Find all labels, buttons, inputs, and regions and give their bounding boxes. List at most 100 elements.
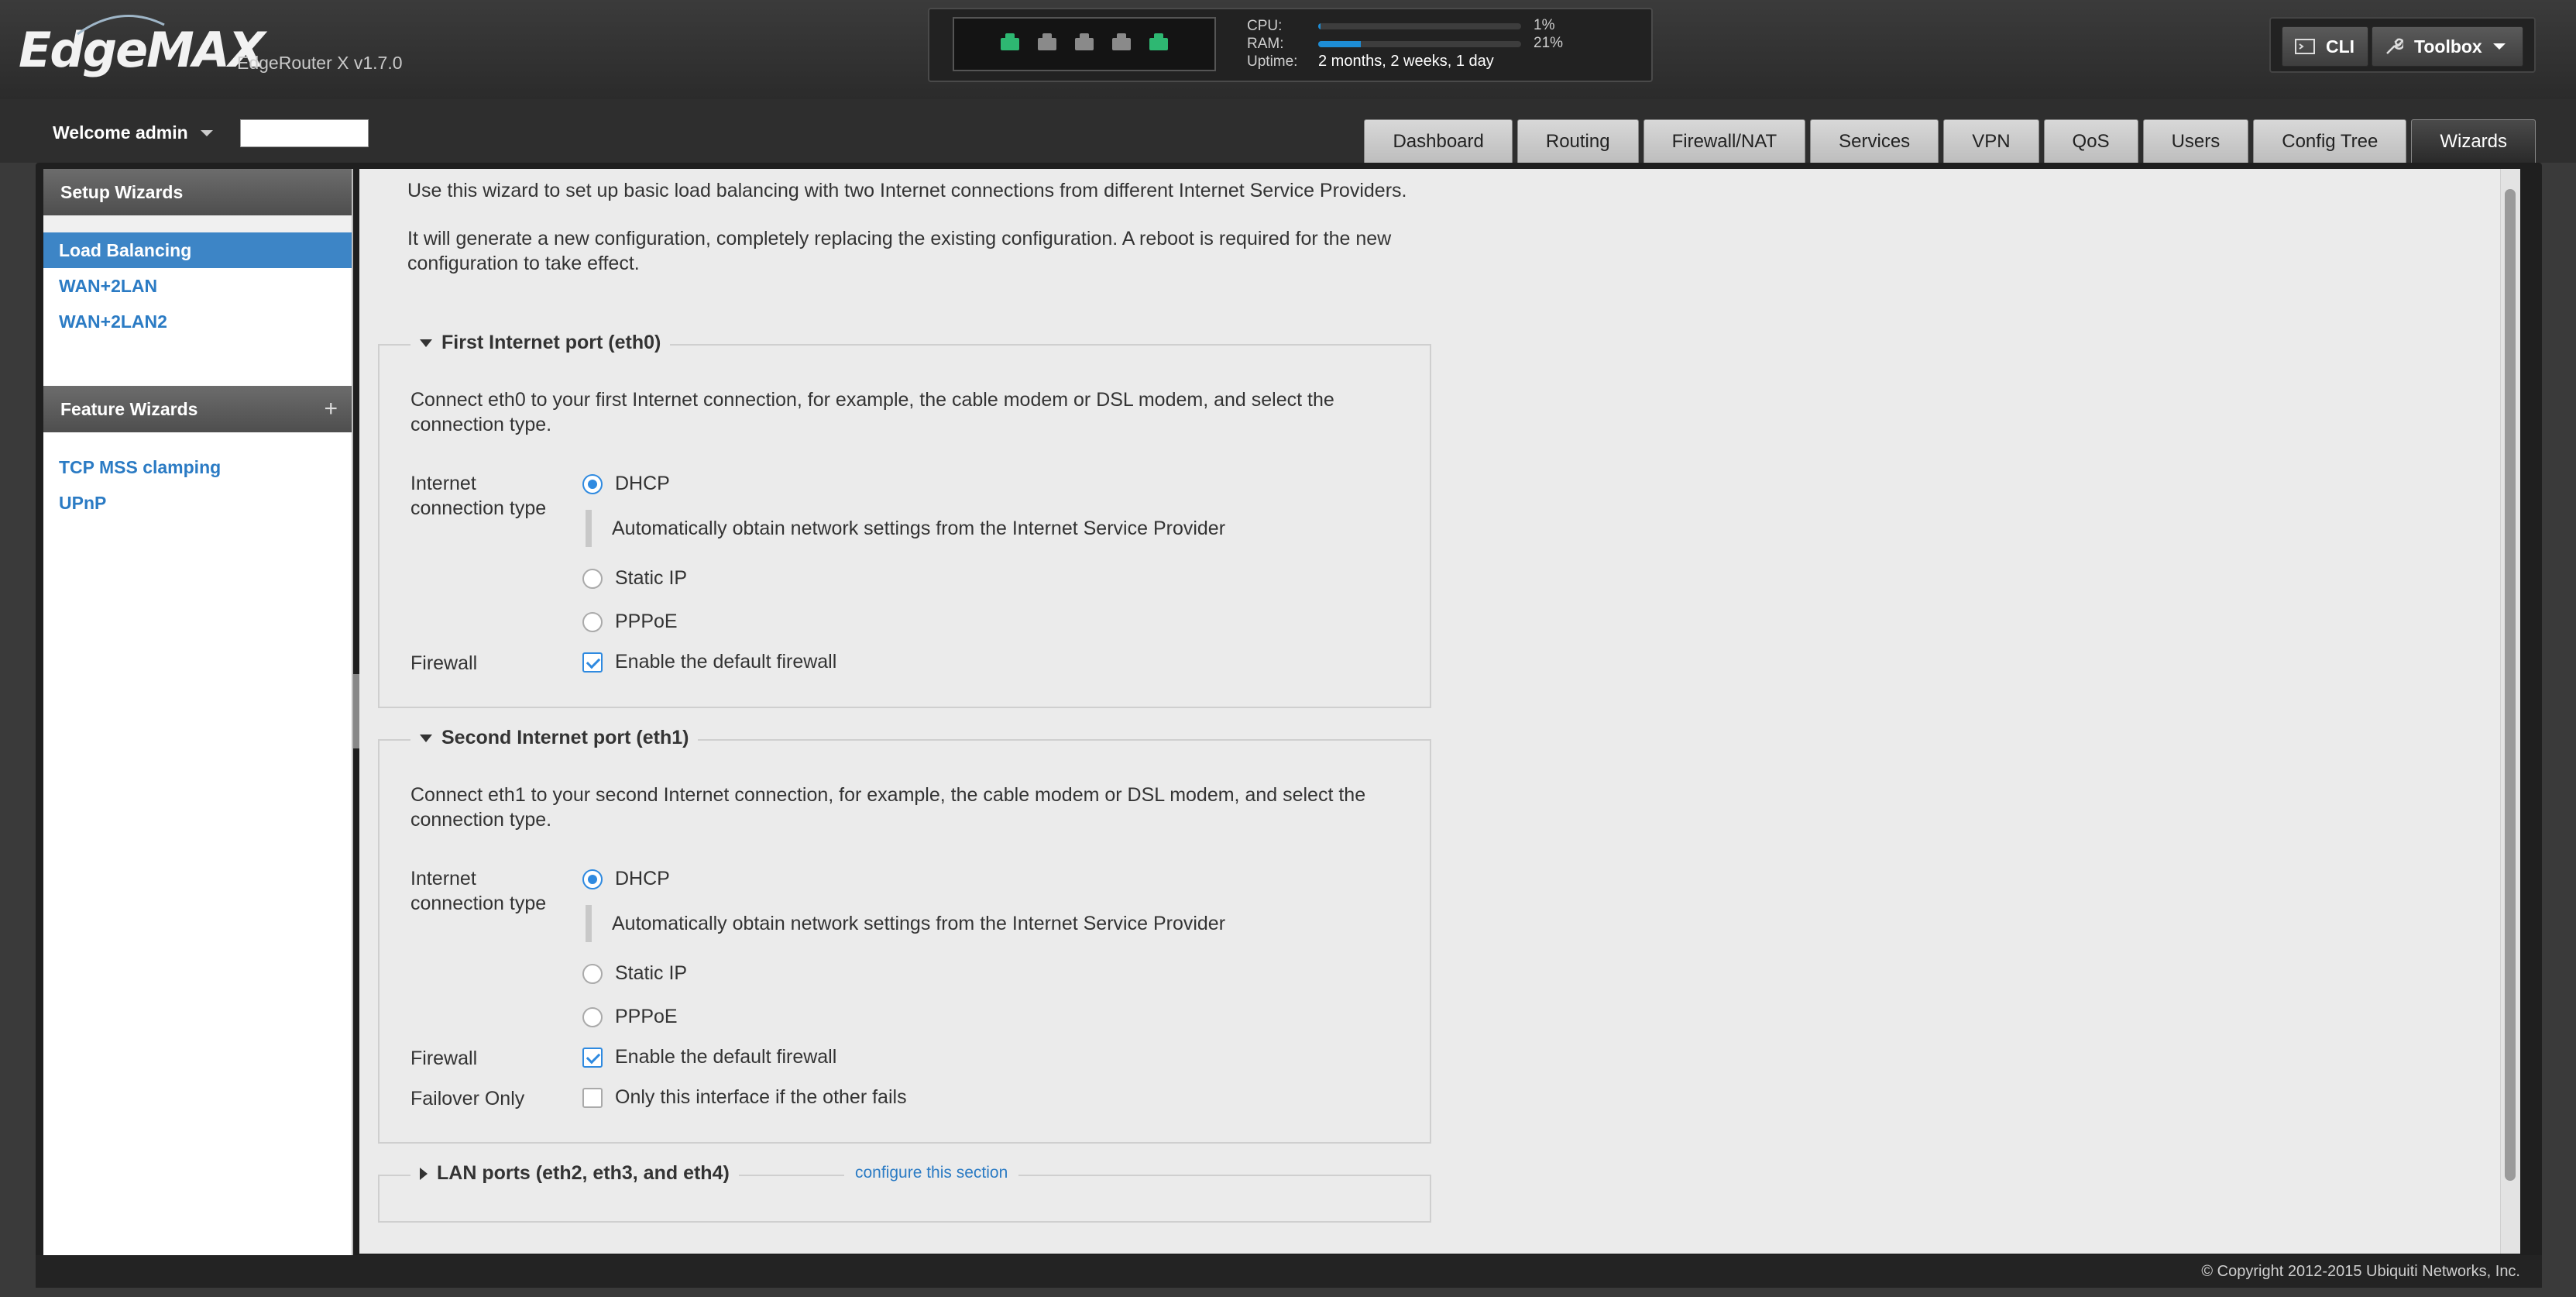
first-firewall-option[interactable]: Enable the default firewall: [582, 651, 836, 673]
port-eth3-icon[interactable]: [1112, 33, 1131, 50]
collapse-icon: [420, 339, 432, 347]
port-eth2-icon[interactable]: [1075, 33, 1094, 50]
first-firewall-checkbox[interactable]: [582, 652, 603, 673]
wizards-sidebar: Setup Wizards Load Balancing WAN+2LAN WA…: [43, 169, 353, 1255]
ram-bar-fill: [1318, 41, 1362, 47]
second-pppoe-option[interactable]: PPPoE: [582, 1006, 678, 1028]
tab-firewall-nat[interactable]: Firewall/NAT: [1643, 119, 1806, 163]
sidebar-item-wan-2lan2[interactable]: WAN+2LAN2: [43, 304, 352, 339]
spacer: [43, 339, 352, 386]
feature-wizards-title: Feature Wizards: [60, 398, 198, 419]
device-version: EdgeRouter X v1.7.0: [237, 53, 403, 73]
collapse-icon: [420, 734, 432, 742]
first-firewall-text: Enable the default firewall: [615, 651, 837, 673]
second-static-option[interactable]: Static IP: [582, 962, 687, 985]
tools-panel: CLI Toolbox: [2269, 17, 2536, 73]
port-eth0-icon[interactable]: [1001, 33, 1019, 50]
uptime-value: 2 months, 2 weeks, 1 day: [1318, 53, 1494, 70]
first-pppoe-radio[interactable]: [582, 611, 603, 632]
second-pppoe-radio[interactable]: [582, 1006, 603, 1027]
first-pppoe-label: PPPoE: [615, 611, 678, 632]
wizard-content: Use this wizard to set up basic load bal…: [359, 169, 2520, 1254]
second-static-radio[interactable]: [582, 963, 603, 984]
tab-wizards[interactable]: Wizards: [2411, 119, 2536, 163]
second-firewall-checkbox[interactable]: [582, 1047, 603, 1068]
lan-ports-legend[interactable]: LAN ports (eth2, eth3, and eth4): [410, 1162, 739, 1185]
tab-vpn[interactable]: VPN: [1943, 119, 2039, 163]
first-port-description: Connect eth0 to your first Internet conn…: [410, 389, 1334, 435]
cli-label: CLI: [2326, 36, 2355, 57]
sidebar-item-load-balancing[interactable]: Load Balancing: [43, 232, 352, 268]
intro-text-2: It will generate a new configuration, co…: [407, 228, 1392, 274]
main-nav-tabs: Dashboard Routing Firewall/NAT Services …: [1364, 119, 2536, 163]
first-conn-type-label: Internet connection type: [410, 473, 547, 519]
feature-wizards-header: Feature Wizards +: [43, 386, 352, 432]
second-conn-type-label: Internet connection type: [410, 868, 547, 914]
content-scrollbar[interactable]: [2500, 169, 2520, 1254]
first-pppoe-option[interactable]: PPPoE: [582, 611, 678, 633]
spacer: [43, 215, 352, 232]
second-dhcp-label: DHCP: [615, 868, 670, 889]
add-icon[interactable]: +: [324, 396, 338, 422]
setup-wizards-header: Setup Wizards: [43, 169, 352, 215]
toolbox-label: Toolbox: [2414, 36, 2482, 57]
cpu-value: 1%: [1534, 17, 1555, 33]
user-menu[interactable]: Welcome admin: [53, 122, 213, 143]
port-eth1-icon[interactable]: [1038, 33, 1056, 50]
second-pppoe-label: PPPoE: [615, 1006, 678, 1027]
copyright-text: © Copyright 2012-2015 Ubiquiti Networks,…: [2201, 1262, 2520, 1280]
ram-value: 21%: [1534, 35, 1564, 51]
wrench-icon: [2386, 38, 2403, 54]
second-firewall-label: Firewall: [410, 1048, 478, 1069]
second-port-legend[interactable]: Second Internet port (eth1): [410, 727, 699, 749]
second-internet-port-section: Second Internet port (eth1) Connect eth1…: [378, 727, 1431, 1144]
sidebar-resize-handle[interactable]: [353, 674, 359, 748]
first-static-radio[interactable]: [582, 568, 603, 589]
failover-label: Failover Only: [410, 1088, 525, 1110]
first-dhcp-option[interactable]: DHCP: [582, 473, 670, 495]
sidebar-item-tcp-mss-clamping[interactable]: TCP MSS clamping: [43, 449, 352, 485]
first-dhcp-radio[interactable]: [582, 473, 603, 494]
failover-checkbox[interactable]: [582, 1087, 603, 1108]
second-port-title: Second Internet port (eth1): [441, 727, 689, 748]
lan-ports-section: LAN ports (eth2, eth3, and eth4) configu…: [378, 1162, 1431, 1223]
tab-services[interactable]: Services: [1810, 119, 1939, 163]
second-dhcp-radio[interactable]: [582, 869, 603, 889]
cli-button[interactable]: CLI: [2282, 26, 2368, 67]
stat-labels: CPU: RAM: Uptime:: [1247, 17, 1297, 71]
tab-users[interactable]: Users: [2142, 119, 2249, 163]
chevron-down-icon: [2492, 43, 2506, 50]
ram-bar: [1318, 41, 1521, 47]
welcome-text: Welcome admin: [53, 122, 188, 143]
failover-text: Only this interface if the other fails: [615, 1086, 907, 1108]
sidebar-item-wan-2lan[interactable]: WAN+2LAN: [43, 268, 352, 304]
cpu-bar: [1318, 23, 1521, 29]
second-firewall-text: Enable the default firewall: [615, 1046, 837, 1068]
header-input[interactable]: [240, 119, 369, 147]
setup-wizards-title: Setup Wizards: [60, 181, 184, 202]
logo-swoosh-icon: [77, 14, 165, 36]
first-static-label: Static IP: [615, 567, 688, 589]
first-static-option[interactable]: Static IP: [582, 567, 687, 590]
second-firewall-option[interactable]: Enable the default firewall: [582, 1046, 836, 1068]
tab-routing[interactable]: Routing: [1516, 119, 1639, 163]
tab-dashboard[interactable]: Dashboard: [1364, 119, 1513, 163]
first-dhcp-label: DHCP: [615, 473, 670, 494]
configure-section-link[interactable]: configure this section: [844, 1164, 1019, 1182]
port-eth4-icon[interactable]: [1149, 33, 1168, 50]
first-port-title: First Internet port (eth0): [441, 332, 661, 353]
first-port-legend[interactable]: First Internet port (eth0): [410, 332, 671, 354]
tab-qos[interactable]: QoS: [2043, 119, 2138, 163]
top-header: EdgeMAX EdgeRouter X v1.7.0 CPU: RAM: Up…: [0, 0, 2576, 99]
sidebar-item-upnp[interactable]: UPnP: [43, 485, 352, 521]
first-internet-port-section: First Internet port (eth0) Connect eth0 …: [378, 332, 1431, 708]
failover-option[interactable]: Only this interface if the other fails: [582, 1086, 907, 1109]
tab-config-tree[interactable]: Config Tree: [2253, 119, 2407, 163]
lan-ports-title: LAN ports (eth2, eth3, and eth4): [437, 1162, 730, 1184]
chevron-down-icon: [200, 129, 213, 136]
second-dhcp-option[interactable]: DHCP: [582, 868, 670, 890]
uptime-label: Uptime:: [1247, 53, 1298, 70]
scrollbar-thumb[interactable]: [2505, 189, 2516, 1181]
second-port-description: Connect eth1 to your second Internet con…: [410, 784, 1366, 831]
toolbox-button[interactable]: Toolbox: [2372, 26, 2523, 67]
